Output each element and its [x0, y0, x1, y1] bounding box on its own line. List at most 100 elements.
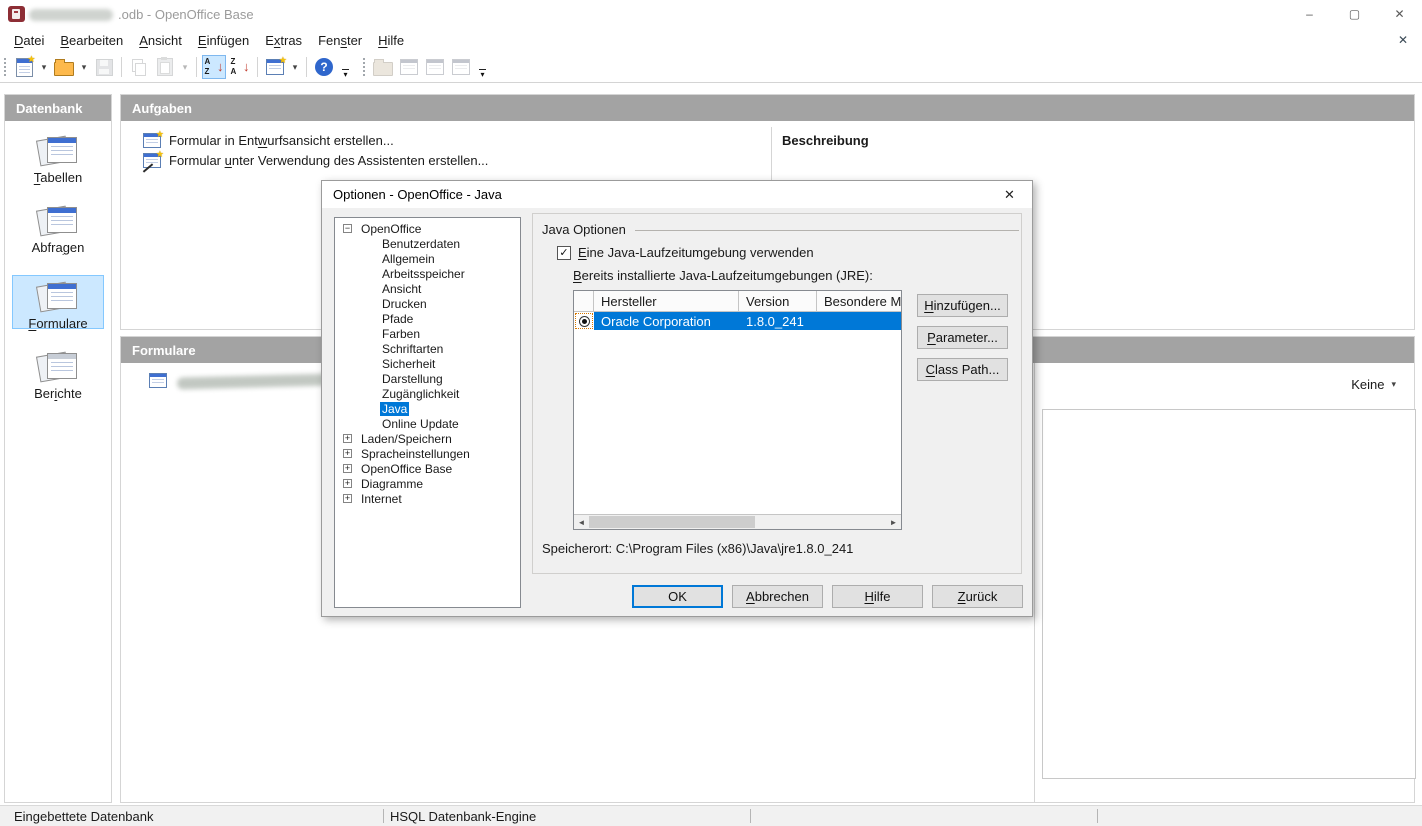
scroll-left-icon[interactable]: ◄ — [574, 515, 589, 529]
forms-icon — [36, 281, 80, 313]
close-document-icon[interactable]: ✕ — [1394, 31, 1412, 49]
new-form-object-dropdown[interactable]: ▾ — [289, 55, 301, 79]
toolbar-overflow-button[interactable]: ▾ — [476, 69, 489, 82]
column-header-hersteller[interactable]: Hersteller — [594, 291, 739, 311]
scrollbar-thumb[interactable] — [589, 516, 755, 528]
button-abbrechen[interactable]: Abbrechen — [732, 585, 823, 608]
sidebar-item-formulare[interactable]: Formulare — [12, 275, 104, 329]
tree-item-openoffice-base[interactable]: +OpenOffice Base — [335, 461, 520, 476]
new-document-dropdown[interactable]: ▾ — [38, 55, 50, 79]
collapse-minus-icon[interactable]: − — [343, 224, 352, 233]
horizontal-scrollbar[interactable]: ◄ ► — [574, 514, 901, 529]
tree-item-allgemein[interactable]: Allgemein — [335, 251, 520, 266]
checkbox-check-icon[interactable]: ✓ — [557, 246, 571, 260]
tree-item-label: Benutzerdaten — [380, 237, 462, 251]
tree-item-arbeitsspeicher[interactable]: Arbeitsspeicher — [335, 266, 520, 281]
expand-plus-icon[interactable]: + — [343, 434, 352, 443]
sidebar-item-abfragen[interactable]: Abfragen — [12, 199, 104, 253]
menu-ansicht[interactable]: Ansicht — [131, 30, 190, 51]
tree-item-diagramme[interactable]: + Diagramme — [335, 476, 520, 491]
tree-item-darstellung[interactable]: Darstellung — [335, 371, 520, 386]
jre-radio-cell[interactable] — [574, 312, 594, 330]
toolbar-grip[interactable] — [362, 57, 367, 77]
task-item-label: Formular unter Verwendung des Assistente… — [169, 153, 488, 168]
tree-item-spracheinstellungen[interactable]: + Spracheinstellungen — [335, 446, 520, 461]
tree-item-label: Arbeitsspeicher — [380, 267, 467, 281]
tree-item-openoffice[interactable]: −OpenOffice — [335, 221, 520, 236]
menu-einfgen[interactable]: Einfügen — [190, 30, 257, 51]
sort-ascending-button[interactable]: A Z ↓ — [202, 55, 226, 79]
menubar: DateiBearbeitenAnsichtEinfügenExtrasFens… — [0, 28, 1422, 52]
tree-item-label: Diagramme — [359, 477, 425, 491]
spark-icon: ★ — [279, 55, 287, 66]
use-jre-checkbox[interactable]: ✓ Eine Java-Laufzeitumgebung verwenden — [557, 245, 814, 260]
menu-hilfe[interactable]: Hilfe — [370, 30, 412, 51]
tree-item-label: OpenOffice — [359, 222, 423, 236]
button-classpath[interactable]: Class Path... — [917, 358, 1008, 381]
options-dialog: Optionen - OpenOffice - Java ✕ −OpenOffi… — [321, 180, 1033, 617]
forms-preview-divider — [1034, 363, 1035, 802]
tree-item-pfade[interactable]: Pfade — [335, 311, 520, 326]
expand-plus-icon[interactable]: + — [343, 479, 352, 488]
button-parameter[interactable]: Parameter... — [917, 326, 1008, 349]
tree-item-zug-nglichkeit[interactable]: Zugänglichkeit — [335, 386, 520, 401]
new-document-button[interactable]: ★ — [12, 55, 36, 79]
tree-item-label: Spracheinstellungen — [359, 447, 472, 461]
sidebar-item-berichte[interactable]: Berichte — [12, 345, 104, 399]
tree-item-farben[interactable]: Farben — [335, 326, 520, 341]
chevron-down-icon: ▾ — [42, 63, 47, 72]
paste-icon — [157, 58, 173, 76]
menu-bearbeiten[interactable]: Bearbeiten — [52, 30, 131, 51]
application-window: .odb - OpenOffice Base – ▢ ✕ DateiBearbe… — [0, 0, 1422, 826]
toolbar-separator — [196, 57, 197, 77]
tree-item-sicherheit[interactable]: Sicherheit — [335, 356, 520, 371]
tree-item-benutzerdaten[interactable]: Benutzerdaten — [335, 236, 520, 251]
tree-item-schriftarten[interactable]: Schriftarten — [335, 341, 520, 356]
button-hilfe[interactable]: Hilfe — [832, 585, 923, 608]
task-item-1[interactable]: ★Formular in Entwurfsansicht erstellen..… — [143, 131, 394, 149]
column-header-merkmale[interactable]: Besondere Merkmale — [817, 291, 901, 311]
dialog-close-icon[interactable]: ✕ — [987, 181, 1032, 208]
tree-item-label: Ansicht — [380, 282, 423, 296]
new-form-object-button[interactable]: ★ — [263, 55, 287, 79]
button-hinzufgen[interactable]: Hinzufügen... — [917, 294, 1008, 317]
tree-item-label: Pfade — [380, 312, 415, 326]
expand-plus-icon[interactable]: + — [343, 449, 352, 458]
maximize-icon[interactable]: ▢ — [1332, 0, 1377, 28]
tree-item-internet[interactable]: +Internet — [335, 491, 520, 506]
tree-item-ansicht[interactable]: Ansicht — [335, 281, 520, 296]
jre-table-row[interactable]: Oracle Corporation1.8.0_241 — [574, 312, 901, 330]
minimize-icon[interactable]: – — [1287, 0, 1332, 28]
options-tree: −OpenOfficeBenutzerdatenAllgemeinArbeits… — [334, 217, 521, 608]
expand-plus-icon[interactable]: + — [343, 464, 352, 473]
main-toolbar: ★ ▾ ▾ ▾ A Z ↓ Z A ↓ ★ ▾ — [0, 52, 1422, 83]
close-icon[interactable]: ✕ — [1377, 0, 1422, 28]
open-button[interactable] — [52, 55, 76, 79]
toolbar-grip[interactable] — [3, 57, 8, 77]
jre-location-line: Speicherort: C:\Program Files (x86)\Java… — [542, 541, 853, 556]
menu-extras[interactable]: Extras — [257, 30, 310, 51]
button-ok[interactable]: OK — [632, 585, 723, 608]
column-header-version[interactable]: Version — [739, 291, 817, 311]
menu-fenster[interactable]: Fenster — [310, 30, 370, 51]
help-button[interactable]: ? — [312, 55, 336, 79]
open-dropdown[interactable]: ▾ — [78, 55, 90, 79]
tree-item-label: Allgemein — [380, 252, 437, 266]
tree-item-online-update[interactable]: Online Update — [335, 416, 520, 431]
button-zurck[interactable]: Zurück — [932, 585, 1023, 608]
tree-item-laden-speichern[interactable]: + Laden/Speichern — [335, 431, 520, 446]
sort-descending-button[interactable]: Z A ↓ — [228, 55, 252, 79]
scroll-right-icon[interactable]: ► — [886, 515, 901, 529]
tree-item-java[interactable]: Java — [335, 401, 520, 416]
expand-plus-icon[interactable]: + — [343, 494, 352, 503]
sidebar-item-tabellen[interactable]: Tabellen — [12, 129, 104, 183]
toolbar-overflow-button[interactable]: ▾ — [339, 69, 352, 82]
task-item-2[interactable]: ★Formular unter Verwendung des Assistent… — [143, 151, 488, 169]
menu-datei[interactable]: Datei — [6, 30, 52, 51]
preview-dropdown[interactable]: Keine ▾ — [1351, 377, 1396, 392]
tree-item-drucken[interactable]: Drucken — [335, 296, 520, 311]
chevron-down-icon: ▾ — [82, 63, 87, 72]
tree-item-label: Laden/Speichern — [359, 432, 454, 446]
openoffice-base-app-icon — [8, 6, 25, 22]
tree-item-label: Drucken — [380, 297, 429, 311]
